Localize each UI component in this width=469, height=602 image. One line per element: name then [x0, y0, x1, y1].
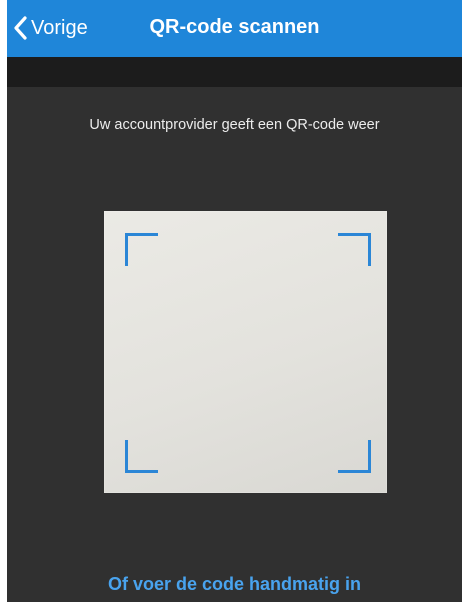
chevron-left-icon [13, 16, 27, 40]
subheader-band [7, 57, 462, 87]
manual-entry-link[interactable]: Of voer de code handmatig in [7, 574, 462, 595]
viewfinder-corner-bottom-left [125, 440, 158, 473]
scan-screen: Vorige QR-code scannen Uw accountprovide… [7, 0, 462, 602]
viewfinder-corner-bottom-right [338, 440, 371, 473]
viewfinder-corner-top-left [125, 233, 158, 266]
app-frame: Vorige QR-code scannen Uw accountprovide… [0, 0, 469, 602]
back-button-label: Vorige [31, 16, 88, 39]
navigation-bar: Vorige QR-code scannen [7, 0, 462, 57]
camera-viewfinder [104, 211, 387, 493]
back-button[interactable]: Vorige [13, 9, 88, 47]
viewfinder-corner-top-right [338, 233, 371, 266]
scan-instruction: Uw accountprovider geeft een QR-code wee… [89, 117, 380, 133]
